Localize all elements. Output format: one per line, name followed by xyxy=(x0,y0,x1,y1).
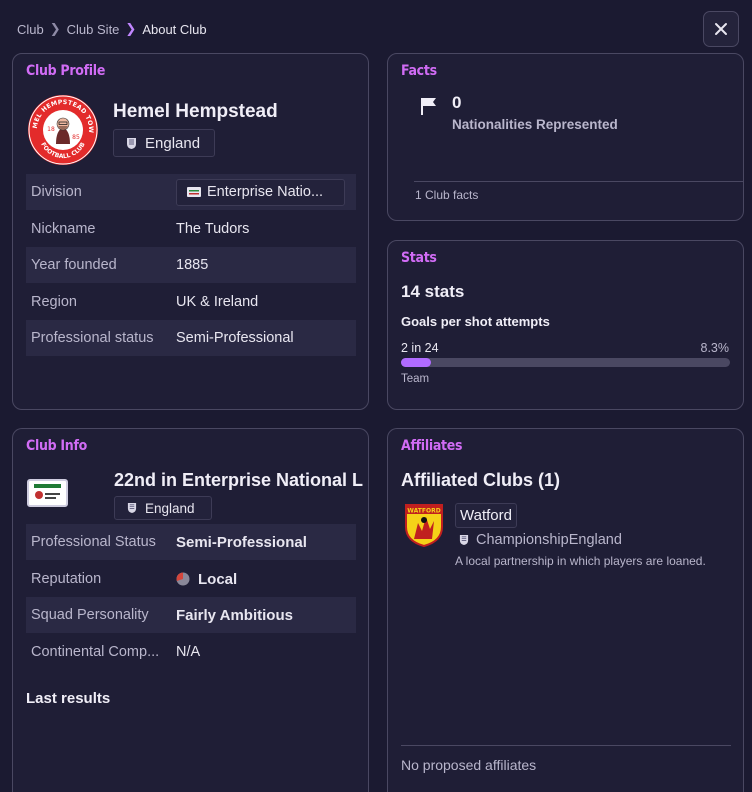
affiliate-league[interactable]: Championship xyxy=(476,532,569,548)
info-row-continental: Continental Comp... N/A xyxy=(26,634,356,670)
row-key: Division xyxy=(31,184,82,200)
club-profile-panel: Club Profile HEMEL HEMPSTEAD TOWN FOOTBA… xyxy=(12,53,369,410)
close-button[interactable] xyxy=(703,11,739,47)
row-value: Fairly Ambitious xyxy=(176,606,293,624)
row-value: The Tudors xyxy=(176,221,250,237)
league-logo-icon xyxy=(34,484,61,499)
row-value: N/A xyxy=(176,644,201,660)
reputation-icon xyxy=(176,572,190,586)
row-key: Nickname xyxy=(31,221,96,237)
row-key: Professional status xyxy=(31,330,154,346)
info-row-reputation: Reputation Local xyxy=(26,561,356,597)
stats-count: 14 stats xyxy=(401,282,465,301)
close-icon xyxy=(715,23,727,35)
last-results-title: Last results xyxy=(26,690,111,707)
row-key: Region xyxy=(31,294,77,310)
affiliates-heading: Affiliated Clubs (1) xyxy=(401,470,561,490)
facts-value: 0 xyxy=(452,93,462,112)
stat-left-value: 2 in 24 xyxy=(401,341,439,355)
england-crest-icon xyxy=(127,503,137,513)
affiliate-description: A local partnership in which players are… xyxy=(455,554,706,568)
affiliate-league-row: ChampionshipEngland xyxy=(459,532,622,548)
breadcrumb: Club ❯ Club Site ❯ About Club xyxy=(17,21,207,37)
league-logo-icon xyxy=(187,187,201,197)
panel-title: Facts xyxy=(401,63,437,79)
row-value: 1885 xyxy=(176,257,209,273)
row-key: Reputation xyxy=(31,571,102,587)
nation-label: England xyxy=(145,134,201,152)
breadcrumb-current: About Club xyxy=(142,21,207,37)
row-value: Enterprise Natio... xyxy=(207,184,324,200)
profile-row-year-founded: Year founded 1885 xyxy=(26,247,356,283)
nation-chip[interactable]: England xyxy=(113,129,216,157)
affiliate-club-name[interactable]: Watford xyxy=(455,503,517,528)
affiliates-footer: No proposed affiliates xyxy=(401,757,537,773)
svg-text:18: 18 xyxy=(47,126,55,133)
facts-label: Nationalities Represented xyxy=(452,117,618,132)
divider xyxy=(414,181,744,182)
england-crest-icon xyxy=(127,137,136,149)
flag-icon xyxy=(421,98,436,115)
england-crest-icon xyxy=(459,535,469,545)
facts-footer[interactable]: 1 Club facts xyxy=(415,188,478,202)
league-position: 22nd in Enterprise National L xyxy=(114,470,364,490)
chevron-right-icon: ❯ xyxy=(125,21,137,36)
svg-text:85: 85 xyxy=(72,134,80,141)
stat-bar-fill xyxy=(401,358,431,367)
panel-title: Affiliates xyxy=(401,438,463,454)
divider xyxy=(401,745,731,746)
breadcrumb-club[interactable]: Club xyxy=(17,22,44,37)
profile-row-professional-status: Professional status Semi-Professional xyxy=(26,320,356,356)
affiliates-panel: Affiliates Affiliated Clubs (1) WATFORD … xyxy=(387,428,744,792)
watford-badge[interactable]: WATFORD xyxy=(404,503,444,548)
row-value: Local xyxy=(198,570,238,588)
row-key: Year founded xyxy=(31,257,117,273)
club-name: Hemel Hempstead xyxy=(113,101,278,122)
division-chip[interactable]: Enterprise Natio... xyxy=(176,178,345,206)
profile-row-nickname: Nickname The Tudors xyxy=(26,211,356,247)
club-info-panel: Club Info 22nd in Enterprise National L … xyxy=(12,428,369,792)
nation-label: England xyxy=(145,500,195,516)
breadcrumb-club-site[interactable]: Club Site xyxy=(67,22,120,37)
stat-sub-label: Team xyxy=(401,373,430,385)
info-row-squad-personality: Squad Personality Fairly Ambitious xyxy=(26,597,356,633)
stat-right-value: 8.3% xyxy=(700,341,730,355)
row-value: UK & Ireland xyxy=(176,294,259,310)
nation-chip[interactable]: England xyxy=(114,496,212,520)
profile-row-region: Region UK & Ireland xyxy=(26,284,356,320)
profile-row-division: Division Enterprise Natio... xyxy=(26,174,356,210)
svg-text:WATFORD: WATFORD xyxy=(407,508,440,515)
panel-title: Club Profile xyxy=(26,63,106,79)
stat-name: Goals per shot attempts xyxy=(401,314,550,329)
row-value: Semi-Professional xyxy=(176,330,294,346)
row-key: Continental Comp... xyxy=(31,644,160,660)
facts-panel: Facts 0 Nationalities Represented 1 Club… xyxy=(387,53,744,221)
panel-title: Club Info xyxy=(26,438,88,454)
row-key: Professional Status xyxy=(31,534,156,550)
info-row-professional-status: Professional Status Semi-Professional xyxy=(26,524,356,560)
affiliate-nation[interactable]: England xyxy=(569,532,622,548)
row-key: Squad Personality xyxy=(31,607,149,623)
stat-bar-track xyxy=(401,358,730,367)
panel-title: Stats xyxy=(401,250,437,266)
club-badge: HEMEL HEMPSTEAD TOWN FOOTBALL CLUB 18 85 xyxy=(24,89,99,166)
stats-panel: Stats 14 stats Goals per shot attempts 2… xyxy=(387,240,744,410)
league-logo xyxy=(27,479,68,507)
chevron-right-icon: ❯ xyxy=(49,21,61,36)
row-value: Semi-Professional xyxy=(176,533,307,551)
